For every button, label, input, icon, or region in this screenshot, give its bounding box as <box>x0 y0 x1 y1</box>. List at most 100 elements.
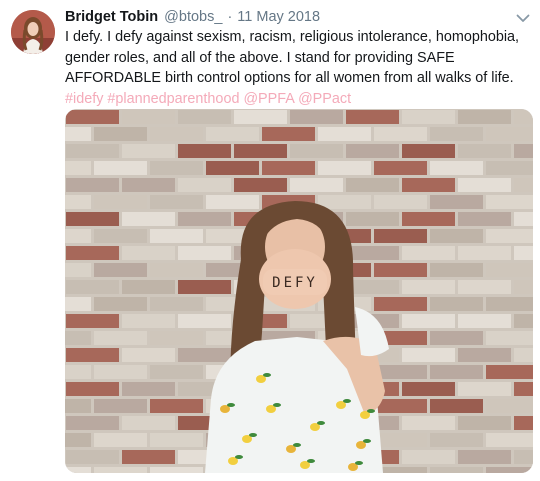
brick <box>66 212 119 226</box>
brick <box>514 246 533 260</box>
brick <box>66 450 119 464</box>
brick <box>290 144 343 158</box>
brick <box>374 297 427 311</box>
leaf <box>343 399 351 403</box>
brick <box>430 263 483 277</box>
author-handle[interactable]: @btobs_ <box>164 9 222 25</box>
brick <box>486 331 533 345</box>
brick <box>374 127 427 141</box>
brick <box>514 416 533 430</box>
brick <box>374 433 427 447</box>
leaf <box>263 373 271 377</box>
brick <box>65 161 91 175</box>
brick <box>514 280 533 294</box>
leaf <box>235 455 243 459</box>
brick <box>290 178 343 192</box>
brick <box>374 365 427 379</box>
brick <box>66 280 119 294</box>
brick <box>66 348 119 362</box>
brick <box>206 161 259 175</box>
brick <box>458 416 511 430</box>
tweet-card[interactable]: Bridget Tobin @btobs_ · 11 May 2018 I de… <box>0 0 540 481</box>
brick <box>94 399 147 413</box>
brick <box>430 229 483 243</box>
mention-ppact[interactable]: @PPact <box>298 91 351 107</box>
author-name[interactable]: Bridget Tobin <box>65 9 158 25</box>
brick <box>234 178 287 192</box>
brick <box>486 297 533 311</box>
brick <box>402 382 455 396</box>
chevron-down-icon[interactable] <box>515 11 531 25</box>
brick <box>122 110 175 124</box>
tweet-text: I defy. I defy against sexism, racism, r… <box>65 27 533 109</box>
brick <box>402 450 455 464</box>
brick <box>458 110 511 124</box>
brick <box>178 110 231 124</box>
brick <box>430 195 483 209</box>
brick <box>374 399 427 413</box>
brick <box>486 365 533 379</box>
brick <box>66 144 119 158</box>
brick <box>458 246 511 260</box>
brick <box>65 331 91 345</box>
brick <box>65 297 91 311</box>
brick <box>318 161 371 175</box>
leaf <box>293 443 301 447</box>
brick <box>150 127 203 141</box>
hashtag-idefy[interactable]: #idefy <box>65 91 103 107</box>
brick <box>290 110 343 124</box>
brick <box>122 212 175 226</box>
brick <box>178 348 231 362</box>
avatar[interactable] <box>11 10 55 54</box>
brick <box>374 229 427 243</box>
brick <box>402 178 455 192</box>
brick <box>178 314 231 328</box>
brick <box>514 144 533 158</box>
brick <box>430 467 483 473</box>
brick <box>122 246 175 260</box>
brick <box>346 144 399 158</box>
brick <box>122 144 175 158</box>
leaf <box>249 433 257 437</box>
brick <box>178 144 231 158</box>
brick <box>402 212 455 226</box>
brick <box>262 161 315 175</box>
brick <box>346 212 399 226</box>
brick <box>430 161 483 175</box>
brick <box>374 263 427 277</box>
brick <box>262 127 315 141</box>
brick <box>430 365 483 379</box>
mention-ppfa[interactable]: @PPFA <box>243 91 294 107</box>
brick <box>458 280 511 294</box>
brick <box>65 229 91 243</box>
brick <box>346 246 399 260</box>
header-separator: · <box>227 9 233 25</box>
brick <box>66 314 119 328</box>
brick <box>486 263 533 277</box>
brick <box>122 314 175 328</box>
brick <box>374 195 427 209</box>
brick <box>94 297 147 311</box>
brick <box>430 399 483 413</box>
brick <box>150 297 203 311</box>
brick <box>66 178 119 192</box>
brick <box>430 127 483 141</box>
tweet-photo[interactable]: DEFY <box>65 109 533 473</box>
brick <box>514 110 533 124</box>
brick <box>66 246 119 260</box>
brick <box>402 110 455 124</box>
brick <box>94 433 147 447</box>
brick <box>66 416 119 430</box>
brick <box>346 178 399 192</box>
brick <box>66 382 119 396</box>
hashtag-plannedparenthood[interactable]: #plannedparenthood <box>107 91 239 107</box>
brick <box>94 161 147 175</box>
brick <box>65 399 91 413</box>
brick <box>430 433 483 447</box>
brick <box>94 195 147 209</box>
brick <box>65 263 91 277</box>
knuckle-text: DEFY <box>272 275 318 291</box>
tweet-date[interactable]: 11 May 2018 <box>237 9 320 25</box>
brick <box>94 263 147 277</box>
brick <box>150 467 203 473</box>
